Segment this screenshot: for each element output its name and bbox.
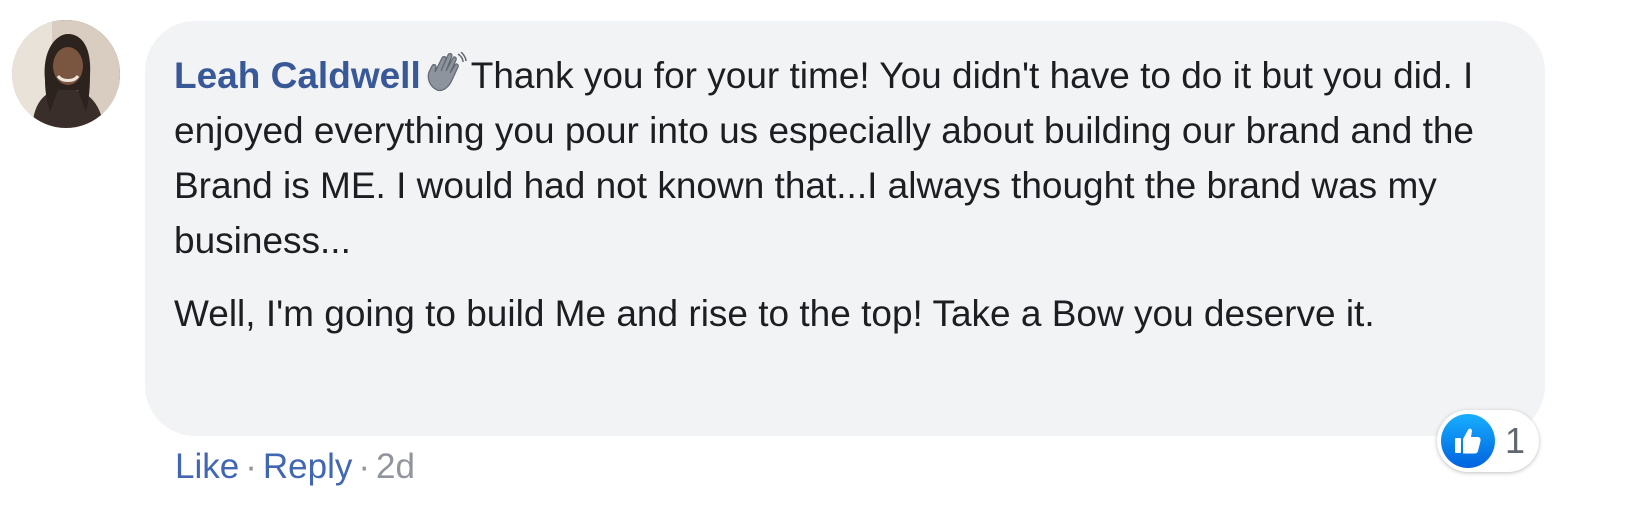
separator: ·: [358, 447, 371, 486]
timestamp[interactable]: 2d: [376, 447, 415, 486]
waving-hand-icon: [423, 51, 467, 92]
reply-link[interactable]: Reply: [263, 447, 352, 486]
like-link[interactable]: Like: [175, 447, 239, 486]
avatar-photo: [12, 20, 120, 128]
comment-text: Leah Caldwell Thank you for your time! Y…: [174, 48, 1514, 341]
comment-paragraph-2: Well, I'm going to build Me and rise to …: [174, 293, 1375, 334]
reaction-count: 1: [1505, 420, 1526, 461]
author-name[interactable]: Leah Caldwell: [174, 55, 421, 96]
comment-actions: Like · Reply · 2d: [175, 444, 415, 490]
separator: ·: [245, 447, 257, 486]
comment-paragraph-1: Leah Caldwell Thank you for your time! Y…: [174, 48, 1514, 268]
reaction-summary[interactable]: 1: [1437, 410, 1540, 472]
avatar[interactable]: [12, 20, 120, 128]
thumbs-up-icon: [1441, 414, 1495, 468]
comment: Leah Caldwell Thank you for your time! Y…: [0, 0, 1638, 522]
